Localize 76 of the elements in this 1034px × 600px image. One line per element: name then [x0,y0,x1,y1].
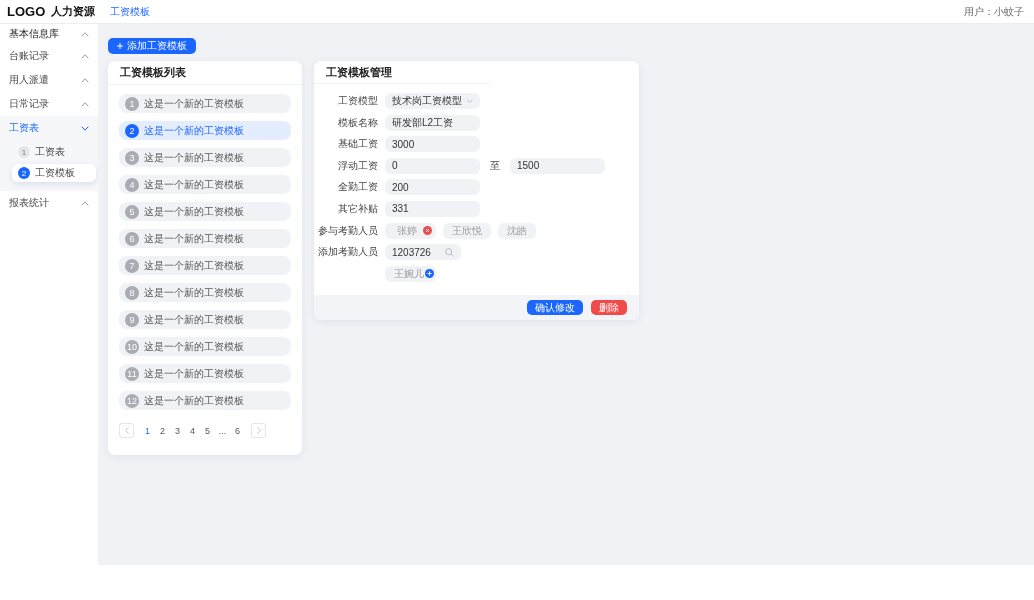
caret-down-icon [467,99,473,103]
page-link[interactable]: ... [215,425,230,436]
form-label: 参与考勤人员 [317,223,378,238]
select-field[interactable]: 技术岗工资模型 [385,93,480,109]
list-item[interactable]: 11 这是一个新的工资模板 [119,364,291,383]
search-field[interactable]: 1203726 [385,244,461,261]
breadcrumb-link[interactable]: 工资模板 [110,4,150,19]
page-link[interactable]: 2 [155,425,170,436]
card-title: 工资模板管理 [314,61,490,84]
form-label: 模板名称 [337,115,378,130]
form-label: 其它补贴 [337,201,378,216]
prev-page-button[interactable] [119,423,134,438]
range-separator: 至 [490,158,500,173]
app-title: 人力资源 [51,4,96,19]
number-badge: 7 [125,258,139,273]
list-item[interactable]: 7 这是一个新的工资模板 [119,256,291,275]
list-item[interactable]: 8 这是一个新的工资模板 [119,283,291,302]
text-field[interactable]: 0 [385,157,480,174]
page-link[interactable]: 1 [140,425,155,436]
form-label: 全勤工资 [337,180,378,195]
delete-button[interactable]: 删除 [591,299,627,315]
chevron-left-icon [124,427,129,434]
sidebar-item[interactable]: 工资表 [0,116,98,140]
number-badge: 11 [125,366,139,381]
page-link[interactable]: 4 [185,425,200,436]
number-badge: 9 [125,312,139,327]
list-item[interactable]: 4 这是一个新的工资模板 [119,175,291,194]
number-badge: 1 [18,146,30,158]
list-item[interactable]: 1 这是一个新的工资模板 [119,94,291,113]
list-item[interactable]: 2 这是一个新的工资模板 [119,121,291,140]
number-badge: 2 [125,123,139,138]
list-item[interactable]: 9 这是一个新的工资模板 [119,310,291,329]
chevron-right-icon [256,427,261,434]
text-field[interactable]: 研发部L2工资 [385,114,480,131]
number-badge: 12 [125,393,139,408]
logo: LOGO [7,4,46,19]
list-item[interactable]: 6 这是一个新的工资模板 [119,229,291,248]
page-link[interactable]: 3 [170,425,185,436]
number-badge: 6 [125,231,139,246]
plus-icon [117,43,123,49]
search-icon [445,247,454,257]
form-label: 添加考勤人员 [317,245,378,260]
number-badge: 5 [125,204,139,219]
list-item[interactable]: 12 这是一个新的工资模板 [119,391,291,410]
sidebar-item[interactable]: 日常记录 [0,92,98,116]
remove-icon [423,226,432,236]
list-item[interactable]: 5 这是一个新的工资模板 [119,202,291,221]
page-link[interactable]: 5 [200,425,215,436]
next-page-button[interactable] [251,423,266,438]
sidebar-item[interactable]: 用人派遣 [0,68,98,92]
submenu-item[interactable]: 1 工资表 [12,143,96,161]
card-title: 工资模板列表 [108,61,302,85]
add-icon [425,269,434,279]
number-badge: 3 [125,150,139,165]
sidebar-item[interactable]: 基本信息库 [0,24,98,44]
user-name: 用户：小蚊子 [964,4,1024,19]
text-field[interactable]: 1500 [510,157,605,174]
number-badge: 10 [125,339,139,354]
number-badge: 8 [125,285,139,300]
text-field[interactable]: 3000 [385,136,480,153]
confirm-button[interactable]: 确认修改 [527,299,583,315]
add-template-button[interactable]: 添加工资模板 [108,38,196,54]
form-label: 浮动工资 [337,158,378,173]
submenu-item[interactable]: 2 工资模板 [12,164,96,182]
number-badge: 4 [125,177,139,192]
sidebar-item[interactable]: 台账记录 [0,44,98,68]
form-label: 基础工资 [337,137,378,152]
text-field[interactable]: 331 [385,200,480,217]
sidebar-item[interactable]: 报表统计 [0,191,98,215]
number-badge: 2 [18,167,30,179]
text-field[interactable]: 200 [385,179,480,196]
page-link[interactable]: 6 [230,425,245,436]
list-item[interactable]: 10 这是一个新的工资模板 [119,337,291,356]
list-item[interactable]: 3 这是一个新的工资模板 [119,148,291,167]
form-label: 工资模型 [337,94,378,108]
number-badge: 1 [125,96,139,111]
